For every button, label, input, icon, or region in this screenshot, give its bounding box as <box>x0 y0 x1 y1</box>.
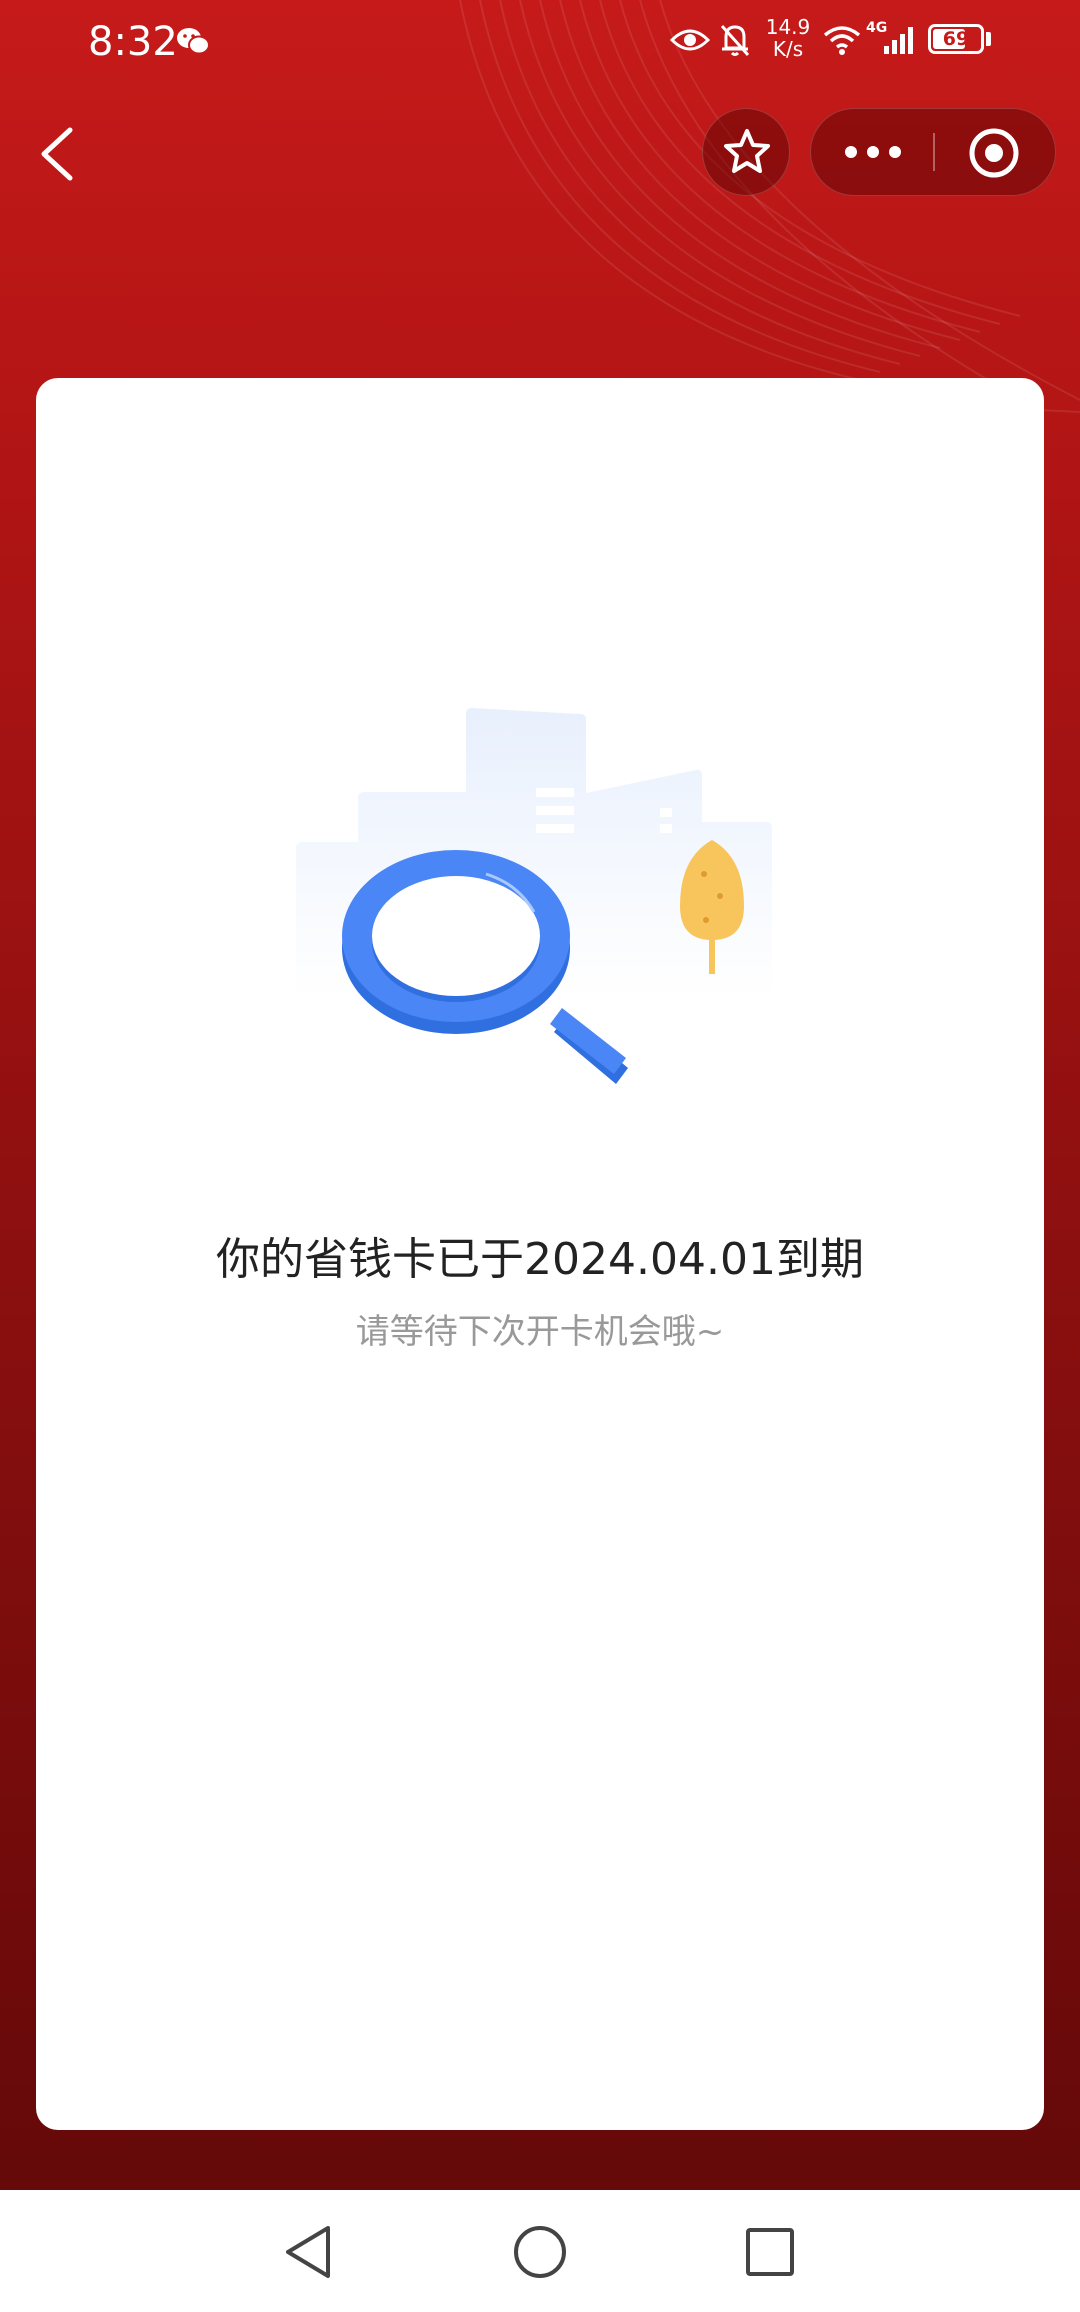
network-speed-unit: K/s <box>772 37 804 61</box>
bell-muted-icon <box>720 24 750 57</box>
content-card: 你的省钱卡已于2024.04.01到期 请等待下次开卡机会哦~ <box>36 378 1044 2130</box>
more-icon <box>845 146 901 158</box>
network-speed-value: 14.9 <box>765 15 811 39</box>
back-icon <box>41 127 73 181</box>
more-button[interactable] <box>811 109 933 195</box>
system-back-button[interactable] <box>266 2210 350 2294</box>
back-button[interactable] <box>28 112 84 192</box>
system-recents-button[interactable] <box>728 2210 812 2294</box>
home-circle-icon <box>514 2226 566 2278</box>
system-navigation-bar <box>0 2190 1080 2312</box>
battery-level-text: 69 <box>942 28 970 50</box>
favorite-button[interactable] <box>702 108 790 196</box>
back-triangle-icon <box>286 2226 330 2278</box>
eye-icon <box>670 29 710 51</box>
signal-icon <box>884 27 913 54</box>
status-bar: 8:32 14.9 K/s 4G 69 <box>0 0 1080 84</box>
network-speed: 14.9 K/s <box>762 16 814 60</box>
wechat-icon <box>177 28 210 55</box>
miniprogram-capsule <box>810 108 1056 196</box>
system-home-button[interactable] <box>498 2210 582 2294</box>
wait-hint-subtitle: 请等待下次开卡机会哦~ <box>355 1312 725 1352</box>
recents-square-icon <box>746 2228 794 2276</box>
expiry-title: 你的省钱卡已于2024.04.01到期 <box>216 1234 864 1285</box>
status-time: 8:32 <box>88 19 178 65</box>
star-icon <box>724 129 770 173</box>
close-miniprogram-button[interactable] <box>935 109 1055 195</box>
battery-tip <box>986 32 991 46</box>
wifi-icon <box>823 26 861 55</box>
magnifier-empty-illustration <box>296 708 772 1084</box>
battery-icon: 69 <box>928 24 984 54</box>
close-target-icon <box>969 128 1019 178</box>
